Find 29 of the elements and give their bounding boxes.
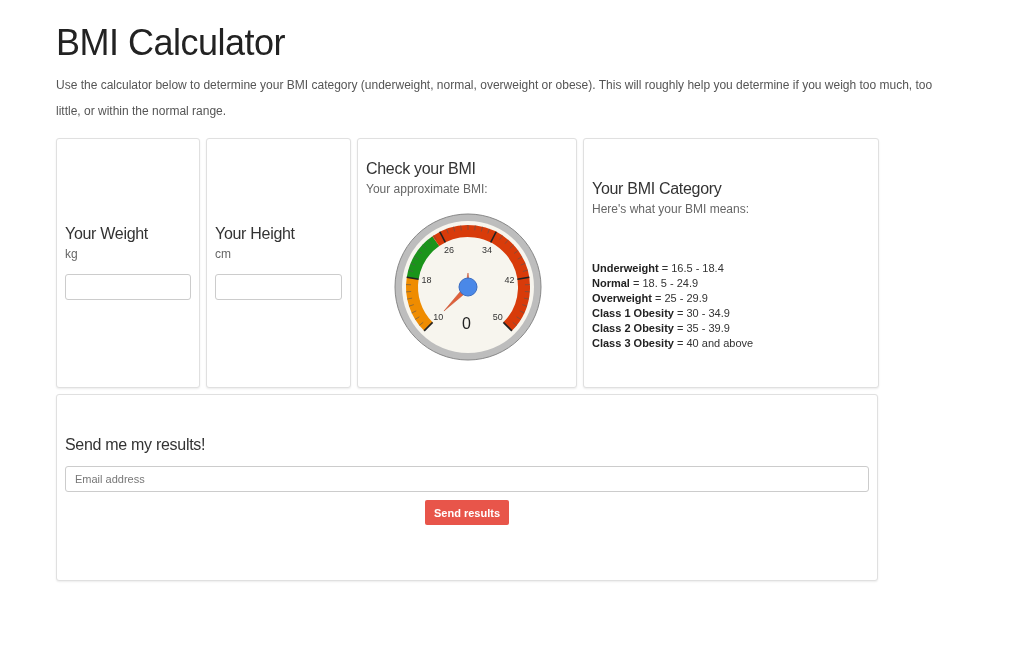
card-subtitle: Your approximate BMI: <box>366 182 489 196</box>
gauge-needle <box>443 272 478 312</box>
card-title: Your BMI Category <box>592 180 723 198</box>
category-range: Underweight = 16.5 - 18.4 <box>592 261 725 276</box>
input-field[interactable] <box>215 274 342 300</box>
card-title: Your Height <box>215 225 296 243</box>
card-title: Send me my results! <box>65 436 207 454</box>
category-range: Normal = 18. 5 - 24.9 <box>592 276 700 291</box>
intro-text: Use the calculator below to determine your BMI category (underweight, normal, overweight or obese). This will roughly help you determine if you weigh too much, too little, or within the normal range. <box>56 77 934 120</box>
category-range: Overweight = 25 - 29.9 <box>592 291 709 306</box>
card-title: Check your BMI <box>366 160 477 178</box>
category-range: Class 3 Obesity = 40 and above <box>592 336 755 351</box>
send-button[interactable]: Send results <box>425 500 509 525</box>
scale-label: 26 <box>443 245 454 255</box>
scale-label: 34 <box>482 245 493 255</box>
scale-label: 42 <box>504 275 515 285</box>
scale-label: 10 <box>433 312 444 322</box>
scale-label: 18 <box>421 275 432 285</box>
page-title: BMI Calculator <box>56 22 287 64</box>
unit-label: cm <box>215 247 232 261</box>
unit-label: kg <box>65 247 79 261</box>
card-title: Your Weight <box>65 225 149 243</box>
card-subtitle: Here's what your BMI means: <box>592 202 750 216</box>
email-field[interactable]: Email address <box>65 466 869 492</box>
input-field[interactable] <box>65 274 191 300</box>
category-range: Class 1 Obesity = 30 - 34.9 <box>592 306 731 321</box>
scale-label: 50 <box>492 312 503 322</box>
category-range: Class 2 Obesity = 35 - 39.9 <box>592 321 731 336</box>
gauge-reading: 0 <box>462 316 471 332</box>
